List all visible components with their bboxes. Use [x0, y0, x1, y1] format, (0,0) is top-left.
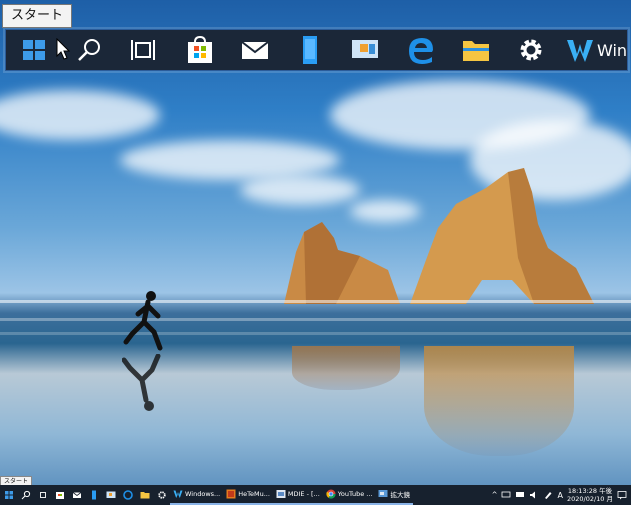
zoom-windows-app-button[interactable]: Win [559, 30, 627, 70]
zoom-task-view-button[interactable] [117, 30, 172, 70]
phone-button[interactable] [85, 485, 102, 505]
runner-silhouette [123, 291, 163, 351]
clock-time: 18:13:28 午後 [567, 487, 613, 495]
taskbar-app-windows[interactable]: Windows... [170, 485, 224, 505]
network-icon[interactable] [501, 490, 511, 500]
wave [0, 300, 631, 303]
search-button[interactable] [17, 485, 34, 505]
cloud [240, 175, 360, 205]
mail-icon [72, 492, 81, 498]
remote-desktop-icon [352, 40, 379, 58]
gear-icon [520, 39, 542, 61]
mail-button[interactable] [68, 485, 85, 505]
rock-reflection [424, 346, 574, 456]
ime-indicator[interactable]: A [557, 491, 562, 500]
folder-icon [463, 41, 490, 61]
magnifier-icon [378, 490, 388, 497]
taskbar-app-magnifier[interactable]: 拡大鏡 [375, 485, 413, 505]
start-button[interactable] [0, 485, 17, 505]
zoom-mail-button[interactable] [227, 30, 282, 70]
zoom-edge-button[interactable] [393, 30, 448, 70]
windows-logo-icon [22, 40, 45, 60]
folder-icon [140, 492, 149, 499]
clock[interactable]: 18:13:28 午後 2020/02/10 月 [567, 487, 613, 503]
search-icon [78, 39, 100, 61]
store-icon [55, 492, 64, 499]
search-icon [21, 490, 30, 500]
edge-icon [408, 38, 433, 64]
pen-icon[interactable] [543, 490, 553, 500]
magnifier-lens: Win [5, 29, 628, 71]
taskbar-app-label: 拡大鏡 [390, 491, 410, 499]
taskbar-app-hetemu[interactable]: HeTeMu... [223, 485, 273, 505]
desktop-wallpaper [0, 0, 631, 505]
monitor-icon[interactable] [515, 490, 525, 500]
gear-icon [157, 491, 166, 499]
edge-button[interactable] [119, 485, 136, 505]
mail-icon [241, 41, 269, 59]
zoom-explorer-button[interactable] [448, 30, 503, 70]
zoom-phone-button[interactable] [282, 30, 337, 70]
rock-reflection [292, 346, 400, 390]
taskbar-app-label: YouTube ... [337, 490, 373, 498]
explorer-button[interactable] [136, 485, 153, 505]
rock-left [284, 222, 400, 304]
remote-desktop-icon [106, 491, 115, 498]
zoom-settings-button[interactable] [504, 30, 559, 70]
notification-icon[interactable] [617, 490, 627, 500]
settings-button[interactable] [153, 485, 170, 505]
zoom-remote-desktop-button[interactable] [338, 30, 393, 70]
windows-logo-icon [4, 491, 13, 499]
taskbar-app-mdie[interactable]: MDIE - [... [272, 485, 323, 505]
task-view-icon [39, 492, 46, 498]
store-button[interactable] [51, 485, 68, 505]
task-view-icon [131, 40, 156, 60]
chrome-icon [326, 489, 336, 499]
zoom-start-tooltip: スタート [2, 4, 73, 28]
cloud [0, 90, 160, 140]
system-tray: ^ A 18:13:28 午後 2020/02/10 月 [492, 487, 631, 503]
show-hidden-icons-chevron-up-icon[interactable]: ^ [492, 491, 498, 499]
runner-reflection [122, 354, 161, 411]
phone-icon [91, 490, 96, 500]
remote-desktop-button[interactable] [102, 485, 119, 505]
rock-arch [410, 168, 594, 304]
speaker-icon[interactable] [529, 490, 539, 500]
zoom-windows-app-label: Win [596, 40, 628, 60]
mdie-icon [276, 490, 286, 498]
taskbar: Windows... HeTeMu... MDIE - [... YouTube… [0, 485, 631, 505]
w-app-icon [566, 40, 593, 62]
zoom-start-button[interactable] [6, 30, 70, 70]
clock-date: 2020/02/10 月 [566, 495, 613, 503]
wave [0, 318, 631, 321]
w-app-icon [173, 490, 183, 498]
hetemu-icon [226, 489, 236, 499]
taskbar-app-label: HeTeMu... [238, 490, 270, 498]
edge-icon [122, 490, 133, 500]
store-icon [187, 36, 212, 63]
taskbar-app-label: MDIE - [... [287, 490, 320, 498]
cloud [120, 140, 340, 180]
taskbar-app-label: Windows... [185, 490, 221, 498]
wave [0, 332, 631, 335]
zoom-store-button[interactable] [172, 30, 227, 70]
zoom-search-button[interactable] [61, 30, 116, 70]
phone-icon [303, 36, 318, 64]
task-view-button[interactable] [34, 485, 51, 505]
taskbar-app-youtube[interactable]: YouTube ... [322, 485, 376, 505]
